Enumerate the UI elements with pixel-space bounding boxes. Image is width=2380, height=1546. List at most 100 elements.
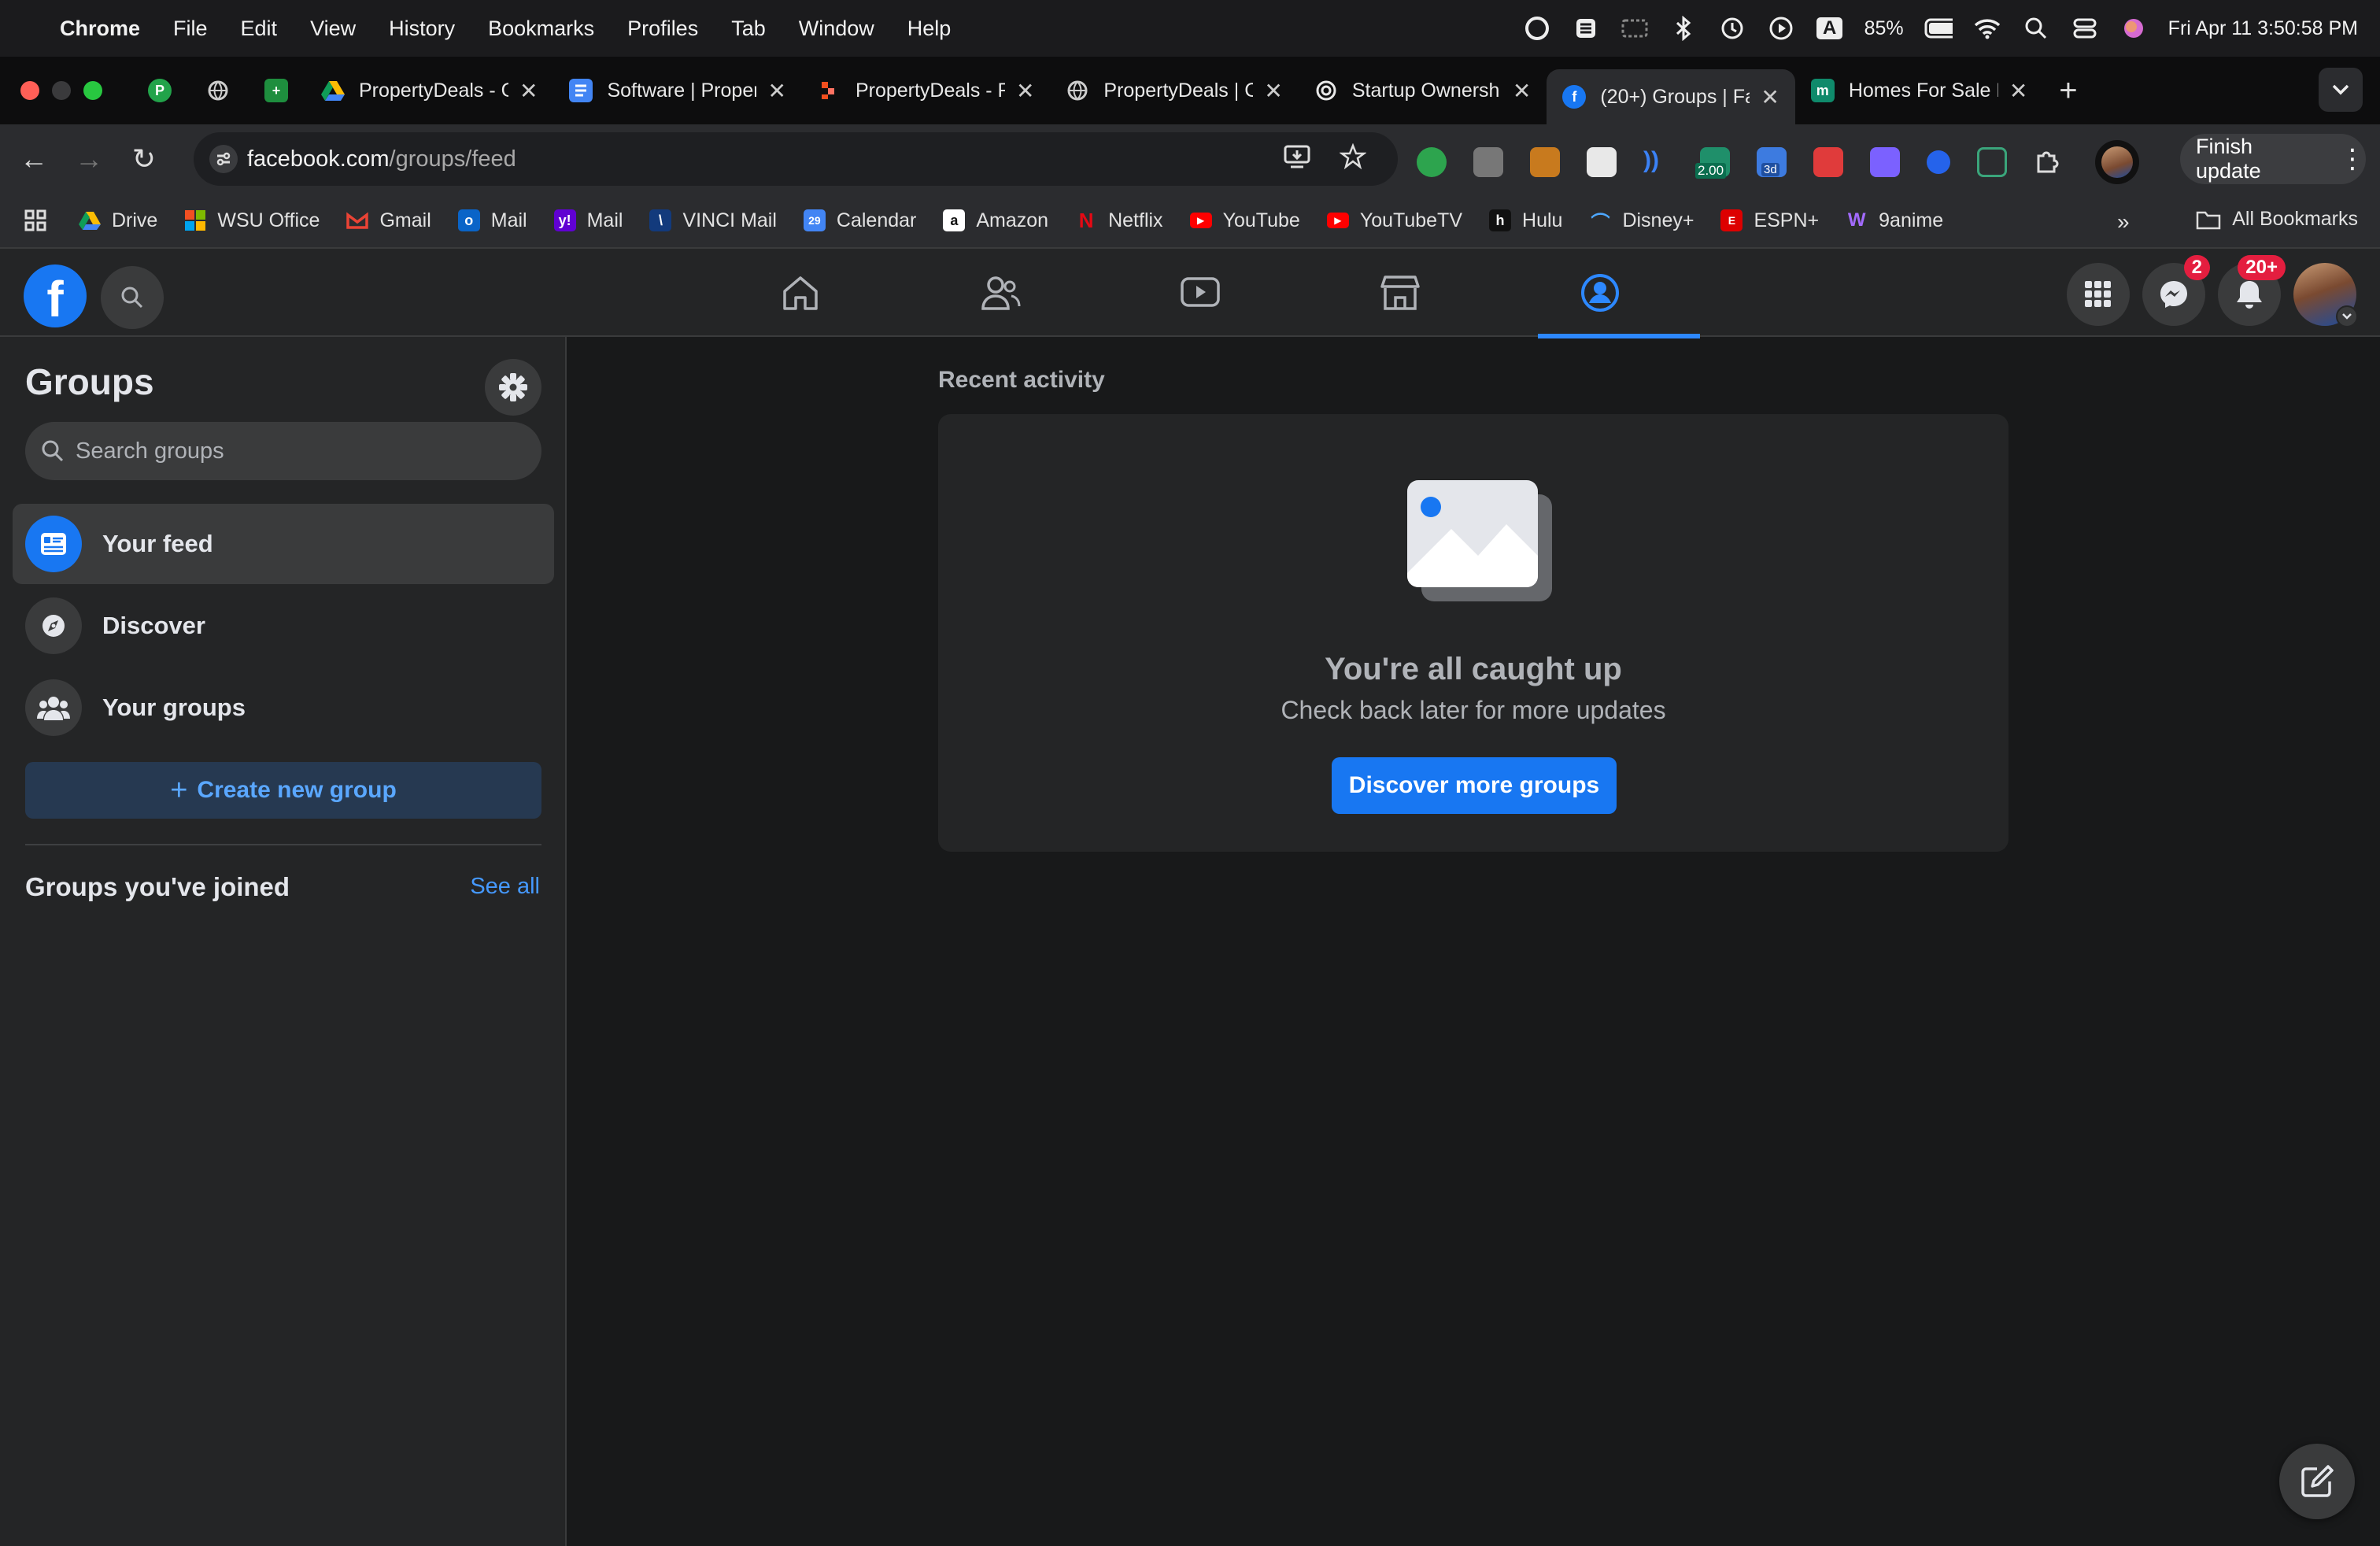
menu-bookmarks[interactable]: Bookmarks [488,17,594,41]
extension-todoist-icon[interactable] [1813,147,1843,177]
bluetooth-icon[interactable] [1669,14,1698,43]
discover-more-groups-button[interactable]: Discover more groups [1332,757,1617,814]
extension-calendar-icon[interactable]: 3d [1757,147,1787,177]
kebab-menu-icon[interactable]: ⋮ [2339,143,2366,175]
pinned-tab-globe[interactable] [189,66,247,115]
menu-profiles[interactable]: Profiles [627,17,698,41]
apps-grid-icon[interactable] [24,209,47,232]
tab-facebook-groups[interactable]: f (20+) Groups | Fa ✕ [1547,69,1795,124]
search-groups-input[interactable]: Search groups [25,422,541,480]
account-avatar[interactable] [2293,263,2358,327]
close-tab-icon[interactable]: ✕ [519,78,538,104]
close-tab-icon[interactable]: ✕ [1264,78,1282,104]
bookmark-amazon[interactable]: a Amazon [943,209,1048,232]
back-arrow-icon[interactable]: ← [6,142,61,176]
play-tray-icon[interactable] [1767,14,1795,43]
bookmark-netflix[interactable]: N Netflix [1075,209,1163,232]
bookmark-calendar[interactable]: 29 Calendar [803,209,916,232]
address-bar[interactable]: facebook.com/groups/feed [194,132,1398,186]
new-tab-icon[interactable]: + [2059,73,2077,109]
menu-help[interactable]: Help [907,17,952,41]
tab-propertydeals-drive[interactable]: PropertyDeals - G ✕ [305,66,553,115]
siri-icon[interactable] [2119,14,2148,43]
zoom-window-button[interactable] [83,81,102,100]
bookmark-disney-plus[interactable]: ⌒ Disney+ [1589,209,1694,234]
tab-propertydeals-f[interactable]: PropertyDeals - F ✕ [802,66,1050,115]
nav-watch[interactable] [1100,249,1300,337]
grammarly-tray-icon[interactable] [1523,14,1551,43]
close-tab-icon[interactable]: ✕ [2009,78,2027,104]
groups-settings-button[interactable] [485,359,541,416]
bookmark-espn-plus[interactable]: E ESPN+ [1720,209,1819,232]
minimize-window-button[interactable] [52,81,71,100]
menu-edit[interactable]: Edit [241,17,278,41]
nav-friends[interactable] [900,249,1100,337]
extension-wave-icon[interactable]: )) [1643,147,1673,177]
close-tab-icon[interactable]: ✕ [1016,78,1034,104]
bookmark-star-icon[interactable] [1339,142,1367,177]
tab-propertydeals-c[interactable]: PropertyDeals | C ✕ [1050,66,1298,115]
nav-groups[interactable] [1500,249,1700,338]
battery-icon[interactable] [1924,14,1953,43]
menu-app-name[interactable]: Chrome [60,17,140,41]
bookmark-youtube[interactable]: ▶ YouTube [1189,209,1300,232]
sidebar-item-your-feed[interactable]: Your feed [13,504,554,584]
extension-timer-icon[interactable]: 2.00 [1695,147,1730,179]
sidebar-item-discover[interactable]: Discover [13,586,554,666]
extension-orange-icon[interactable] [1530,147,1560,177]
wifi-icon[interactable] [1973,14,2001,43]
new-message-button[interactable] [2279,1444,2355,1519]
bookmark-yahoo-mail[interactable]: y! Mail [553,209,623,232]
menu-window[interactable]: Window [799,17,874,41]
bookmark-youtubetv[interactable]: ▶ YouTubeTV [1326,209,1462,232]
bookmark-drive[interactable]: Drive [79,209,157,232]
bookmark-hulu[interactable]: h Hulu [1489,209,1562,232]
create-new-group-button[interactable]: + Create new group [25,762,541,819]
nav-home[interactable] [700,249,900,337]
stack-tray-icon[interactable] [1572,14,1600,43]
menu-button[interactable] [2067,263,2130,326]
extension-window-icon[interactable] [1587,147,1617,177]
close-tab-icon[interactable]: ✕ [1513,78,1531,104]
extension-green-icon[interactable] [1417,147,1447,177]
bookmark-outlook-mail[interactable]: o Mail [457,209,527,232]
facebook-search-button[interactable] [101,266,164,329]
reload-icon[interactable]: ↻ [116,142,172,176]
tab-software-docs[interactable]: Software | Proper ✕ [553,66,801,115]
menu-tab[interactable]: Tab [731,17,766,41]
extension-s-icon[interactable] [1977,147,2007,177]
extension-info-icon[interactable] [1927,150,1950,174]
all-bookmarks-button[interactable]: All Bookmarks [2196,208,2358,231]
menubar-clock[interactable]: Fri Apr 11 3:50:58 PM [2168,17,2358,40]
finish-update-button[interactable]: Finish update ⋮ [2180,134,2366,184]
time-machine-icon[interactable] [1718,14,1746,43]
close-tab-icon[interactable]: ✕ [767,78,785,104]
messenger-button[interactable]: 2 [2142,255,2210,326]
bookmark-vinci-mail[interactable]: \ VINCI Mail [649,209,777,232]
notifications-button[interactable]: 20+ [2218,255,2286,326]
tab-homes-for-sale[interactable]: m Homes For Sale N ✕ [1795,66,2043,115]
control-center-icon[interactable] [2071,14,2099,43]
bookmark-wsu-office[interactable]: WSU Office [184,209,320,232]
bookmark-9anime[interactable]: W 9anime [1846,209,1943,232]
see-all-link[interactable]: See all [470,874,540,900]
tab-search-button[interactable] [2319,68,2363,112]
close-tab-icon[interactable]: ✕ [1761,84,1779,110]
close-window-button[interactable] [20,81,39,100]
tab-startup-ownership[interactable]: Startup Ownersh ✕ [1299,66,1547,115]
extension-p-icon[interactable] [1870,147,1900,177]
input-source-icon[interactable]: A [1816,14,1844,43]
pinned-tab-sheets[interactable]: + [247,66,305,115]
extension-gray-icon[interactable] [1473,147,1503,177]
forward-arrow-icon[interactable]: → [61,142,116,176]
menu-view[interactable]: View [310,17,356,41]
display-tray-icon[interactable] [1621,14,1649,43]
menu-history[interactable]: History [389,17,455,41]
bookmark-gmail[interactable]: Gmail [346,209,431,232]
install-app-icon[interactable] [1283,143,1311,177]
site-settings-icon[interactable] [209,145,238,173]
pinned-tab-p[interactable]: P [131,66,189,115]
spotlight-icon[interactable] [2022,14,2050,43]
more-bookmarks-icon[interactable]: » [2117,209,2130,235]
profile-avatar-icon[interactable] [2095,140,2139,184]
